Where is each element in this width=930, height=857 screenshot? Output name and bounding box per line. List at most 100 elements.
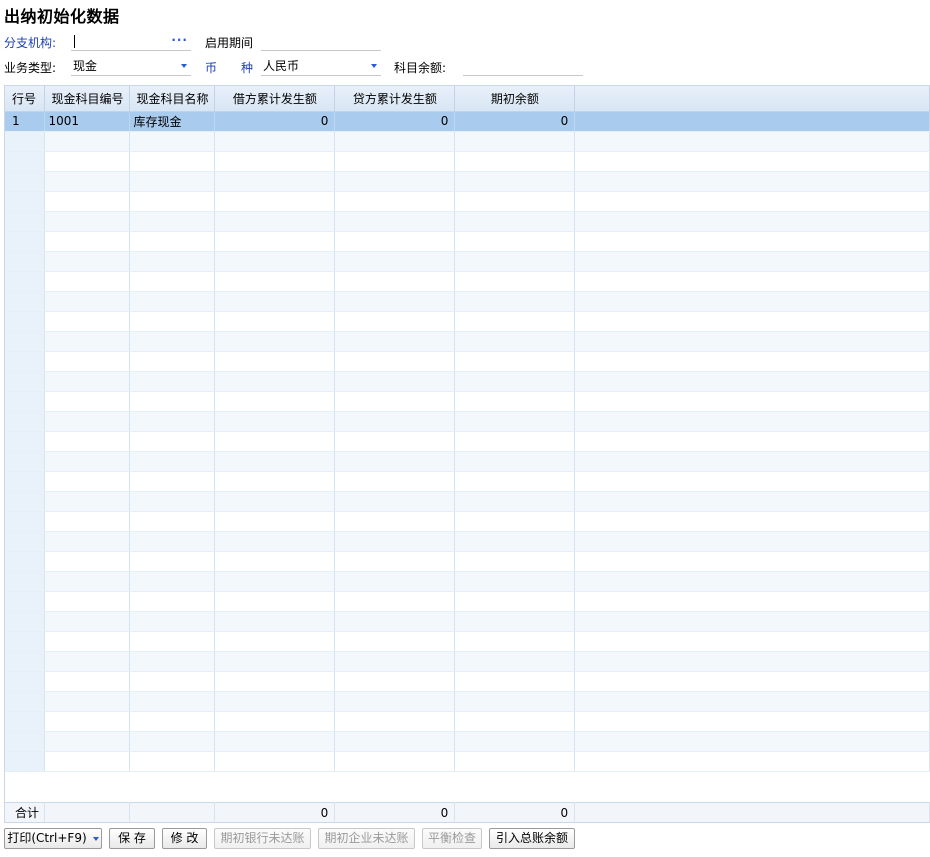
empty-cell[interactable] xyxy=(44,331,131,352)
empty-cell[interactable] xyxy=(334,471,456,492)
empty-cell[interactable] xyxy=(214,631,336,652)
empty-cell[interactable] xyxy=(214,131,336,152)
col-header-credit[interactable]: 贷方累计发生额 xyxy=(334,86,456,112)
empty-cell[interactable] xyxy=(334,691,456,712)
empty-cell[interactable] xyxy=(5,691,46,712)
empty-cell[interactable] xyxy=(334,551,456,572)
empty-cell[interactable] xyxy=(5,491,46,512)
empty-row[interactable] xyxy=(5,171,930,192)
empty-cell[interactable] xyxy=(5,231,46,252)
empty-cell[interactable] xyxy=(129,431,216,452)
cell-credit[interactable]: 0 xyxy=(334,111,456,132)
empty-cell[interactable] xyxy=(454,491,576,512)
empty-row[interactable] xyxy=(5,511,930,532)
empty-cell[interactable] xyxy=(44,511,131,532)
enterprise-unreconciled-button[interactable]: 期初企业未达账 xyxy=(318,828,415,849)
empty-cell[interactable] xyxy=(214,351,336,372)
empty-row[interactable] xyxy=(5,291,930,312)
empty-row[interactable] xyxy=(5,671,930,692)
empty-cell[interactable] xyxy=(214,291,336,312)
empty-cell[interactable] xyxy=(334,151,456,172)
empty-cell[interactable] xyxy=(5,511,46,532)
empty-cell[interactable] xyxy=(334,511,456,532)
subject-balance-field[interactable] xyxy=(463,56,583,76)
empty-cell[interactable] xyxy=(129,451,216,472)
empty-cell[interactable] xyxy=(334,291,456,312)
empty-cell[interactable] xyxy=(334,351,456,372)
empty-cell[interactable] xyxy=(454,671,576,692)
empty-cell[interactable] xyxy=(44,671,131,692)
empty-row[interactable] xyxy=(5,251,930,272)
empty-cell[interactable] xyxy=(129,631,216,652)
table-row[interactable]: 1 1001 库存现金 0 0 0 xyxy=(5,111,930,132)
empty-cell[interactable] xyxy=(44,611,131,632)
col-header-opening[interactable]: 期初余额 xyxy=(454,86,576,112)
empty-cell[interactable] xyxy=(44,411,131,432)
empty-cell[interactable] xyxy=(129,651,216,672)
balance-check-button[interactable]: 平衡检查 xyxy=(422,828,482,849)
empty-row[interactable] xyxy=(5,531,930,552)
empty-cell[interactable] xyxy=(5,471,46,492)
empty-cell[interactable] xyxy=(334,751,456,772)
empty-cell[interactable] xyxy=(44,571,131,592)
empty-cell[interactable] xyxy=(454,231,576,252)
empty-cell[interactable] xyxy=(129,231,216,252)
empty-cell[interactable] xyxy=(454,651,576,672)
empty-cell[interactable] xyxy=(5,171,46,192)
empty-cell[interactable] xyxy=(129,391,216,412)
empty-cell[interactable] xyxy=(5,571,46,592)
empty-cell[interactable] xyxy=(129,711,216,732)
empty-row[interactable] xyxy=(5,591,930,612)
empty-cell[interactable] xyxy=(214,691,336,712)
empty-cell[interactable] xyxy=(454,251,576,272)
empty-cell[interactable] xyxy=(334,711,456,732)
empty-cell[interactable] xyxy=(334,231,456,252)
chevron-down-icon[interactable] xyxy=(92,836,99,841)
empty-cell[interactable] xyxy=(129,351,216,372)
empty-cell[interactable] xyxy=(5,651,46,672)
empty-cell[interactable] xyxy=(44,231,131,252)
empty-row[interactable] xyxy=(5,131,930,152)
empty-cell[interactable] xyxy=(334,491,456,512)
empty-cell[interactable] xyxy=(44,131,131,152)
empty-cell[interactable] xyxy=(454,691,576,712)
empty-cell[interactable] xyxy=(5,271,46,292)
empty-cell[interactable] xyxy=(44,651,131,672)
empty-cell[interactable] xyxy=(454,451,576,472)
empty-row[interactable] xyxy=(5,191,930,212)
empty-cell[interactable] xyxy=(129,731,216,752)
empty-row[interactable] xyxy=(5,371,930,392)
empty-cell[interactable] xyxy=(5,391,46,412)
empty-cell[interactable] xyxy=(44,711,131,732)
empty-cell[interactable] xyxy=(214,411,336,432)
empty-cell[interactable] xyxy=(454,151,576,172)
empty-cell[interactable] xyxy=(214,471,336,492)
empty-cell[interactable] xyxy=(214,711,336,732)
empty-cell[interactable] xyxy=(334,731,456,752)
empty-cell[interactable] xyxy=(214,551,336,572)
empty-cell[interactable] xyxy=(214,191,336,212)
empty-cell[interactable] xyxy=(454,571,576,592)
empty-cell[interactable] xyxy=(454,131,576,152)
empty-cell[interactable] xyxy=(334,371,456,392)
empty-cell[interactable] xyxy=(44,731,131,752)
empty-cell[interactable] xyxy=(334,451,456,472)
empty-cell[interactable] xyxy=(129,571,216,592)
empty-cell[interactable] xyxy=(44,151,131,172)
empty-cell[interactable] xyxy=(214,571,336,592)
empty-cell[interactable] xyxy=(5,311,46,332)
empty-row[interactable] xyxy=(5,151,930,172)
empty-cell[interactable] xyxy=(214,171,336,192)
empty-cell[interactable] xyxy=(129,691,216,712)
empty-cell[interactable] xyxy=(214,671,336,692)
empty-cell[interactable] xyxy=(454,191,576,212)
empty-row[interactable] xyxy=(5,271,930,292)
empty-cell[interactable] xyxy=(334,611,456,632)
empty-row[interactable] xyxy=(5,431,930,452)
empty-cell[interactable] xyxy=(334,391,456,412)
empty-cell[interactable] xyxy=(214,731,336,752)
empty-cell[interactable] xyxy=(44,431,131,452)
empty-row[interactable] xyxy=(5,331,930,352)
empty-row[interactable] xyxy=(5,611,930,632)
empty-cell[interactable] xyxy=(454,311,576,332)
